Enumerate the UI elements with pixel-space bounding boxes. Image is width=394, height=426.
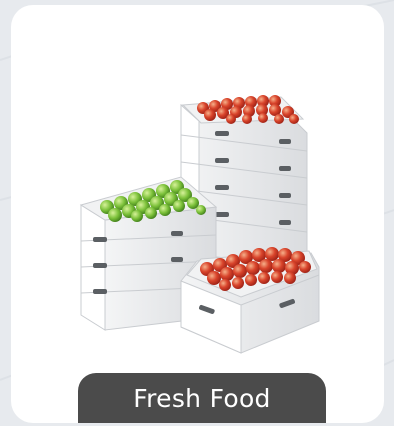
front-red-crate	[180, 247, 320, 354]
crates-image	[79, 95, 320, 354]
product-category-card[interactable]: Fresh Food	[11, 5, 384, 423]
category-title: Fresh Food	[133, 384, 271, 413]
category-label[interactable]: Fresh Food	[78, 373, 326, 423]
